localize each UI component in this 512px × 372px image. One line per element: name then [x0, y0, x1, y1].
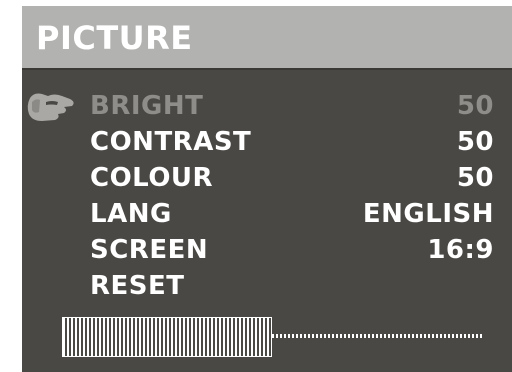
menu-item-value: ENGLISH: [362, 199, 494, 229]
level-bar-track: [272, 334, 482, 338]
picture-menu: BRIGHT 50 CONTRAST 50 COLOUR 50 LANG ENG…: [22, 88, 512, 304]
menu-item-label: LANG: [90, 199, 172, 229]
menu-item-value: 16:9: [427, 235, 494, 265]
level-bar-fill: [62, 317, 272, 357]
osd-menu-panel: PICTURE BRIGHT 50 CONTRAST 50 COLOUR 50 …: [22, 6, 512, 372]
menu-item-lang[interactable]: LANG ENGLISH: [22, 196, 512, 232]
pointing-hand-icon: [27, 93, 74, 121]
menu-item-value: 50: [456, 91, 494, 121]
menu-item-screen[interactable]: SCREEN 16:9: [22, 232, 512, 268]
page-title: PICTURE: [36, 19, 193, 57]
menu-item-label: BRIGHT: [90, 91, 204, 121]
menu-item-value: 50: [456, 163, 494, 193]
menu-item-colour[interactable]: COLOUR 50: [22, 160, 512, 196]
menu-item-contrast[interactable]: CONTRAST 50: [22, 124, 512, 160]
menu-item-bright[interactable]: BRIGHT 50: [22, 88, 512, 124]
menu-item-label: COLOUR: [90, 163, 214, 193]
menu-item-label: SCREEN: [90, 235, 209, 265]
menu-item-label: RESET: [90, 271, 185, 301]
menu-item-value: 50: [456, 127, 494, 157]
level-bar[interactable]: [62, 317, 482, 357]
menu-item-label: CONTRAST: [90, 127, 252, 157]
menu-item-reset[interactable]: RESET: [22, 268, 512, 304]
title-bar: PICTURE: [22, 6, 512, 70]
